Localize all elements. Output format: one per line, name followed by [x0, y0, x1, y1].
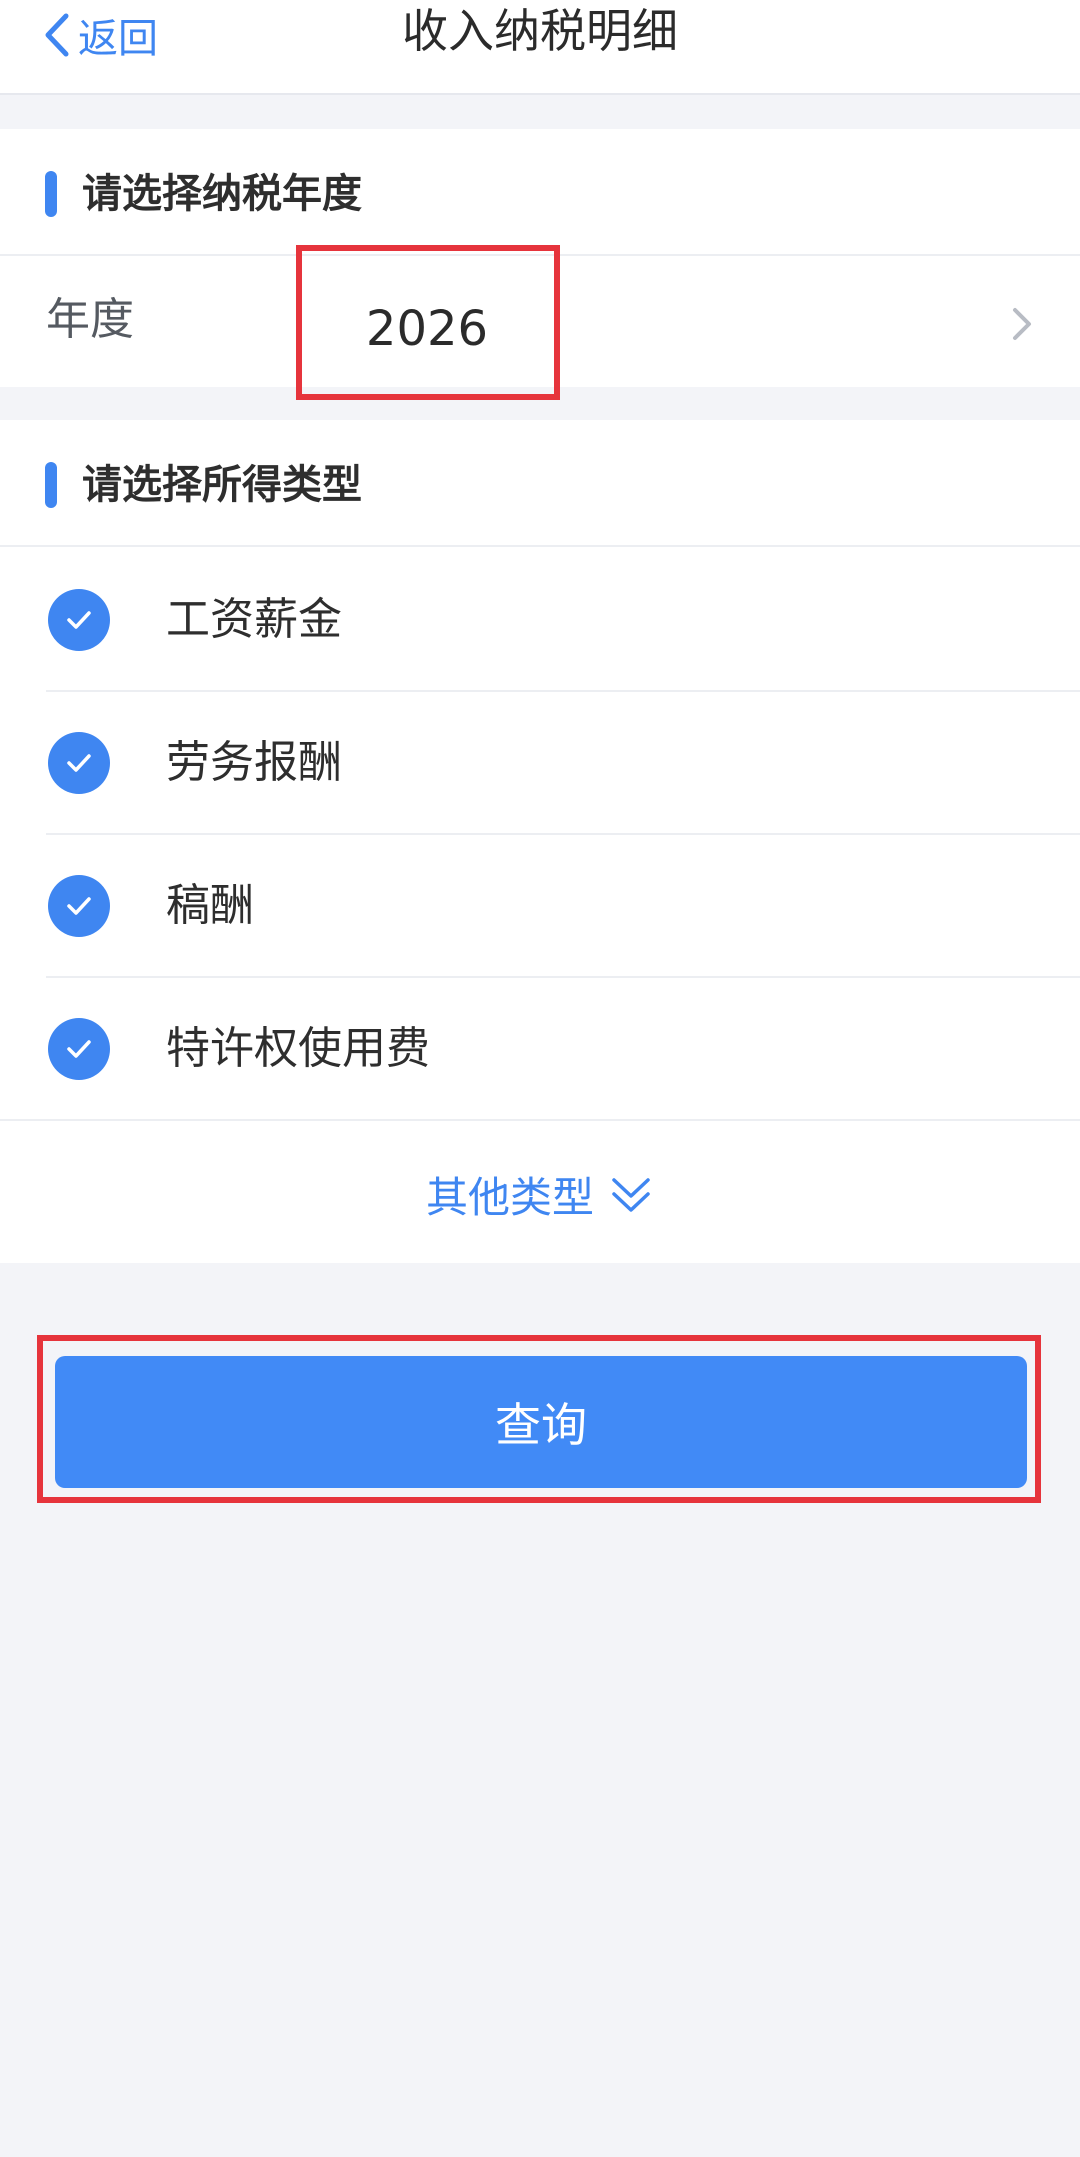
type-section-title: 请选择所得类型 [82, 462, 362, 508]
type-item-salary[interactable]: 工资薪金 [46, 549, 1080, 692]
other-types-label: 其他类型 [425, 1173, 594, 1222]
type-item-labor[interactable]: 劳务报酬 [46, 692, 1080, 835]
year-highlight-box [296, 245, 560, 400]
chevron-right-icon [1013, 308, 1031, 340]
type-label: 劳务报酬 [166, 737, 342, 788]
type-card: 请选择所得类型 工资薪金 劳务报酬 稿酬 特许权使用费 其他类型 [0, 420, 1080, 1263]
checkbox-checked[interactable] [48, 1018, 110, 1080]
other-types-toggle[interactable]: 其他类型 [0, 1126, 1080, 1263]
checkbox-checked[interactable] [48, 875, 110, 937]
type-label: 特许权使用费 [166, 1023, 430, 1074]
check-icon [67, 1040, 91, 1058]
checkbox-checked[interactable] [48, 589, 110, 651]
check-icon [67, 611, 91, 629]
type-item-franchise[interactable]: 特许权使用费 [0, 978, 1080, 1121]
section-accent-bar [45, 171, 57, 217]
nav-bar: 返回 收入纳税明细 [0, 0, 1080, 95]
section-accent-bar [45, 462, 57, 508]
page-title: 收入纳税明细 [402, 4, 678, 58]
check-icon [67, 897, 91, 915]
year-section-header: 请选择纳税年度 [0, 129, 1080, 256]
checkbox-checked[interactable] [48, 732, 110, 794]
type-label: 工资薪金 [166, 594, 342, 645]
type-section-header: 请选择所得类型 [0, 420, 1080, 547]
double-chevron-down-icon [612, 1177, 650, 1212]
query-highlight-box [37, 1335, 1041, 1503]
type-item-royalty-writing[interactable]: 稿酬 [46, 835, 1080, 978]
year-section-title: 请选择纳税年度 [82, 171, 362, 217]
check-icon [67, 754, 91, 772]
page: 返回 收入纳税明细 请选择纳税年度 年度 2026 请选择所得类型 工资薪金 劳… [0, 0, 1080, 2157]
type-label: 稿酬 [166, 880, 254, 931]
year-label: 年度 [46, 294, 134, 345]
